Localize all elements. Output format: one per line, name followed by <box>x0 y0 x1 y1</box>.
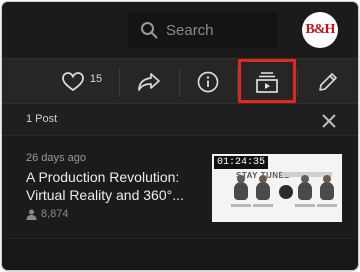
playlist-panel-header: 1 Post <box>2 104 358 136</box>
app-window: Search B&H 15 1 Post 26 days ago A Produ… <box>2 2 358 270</box>
like-button[interactable]: 15 <box>46 59 118 104</box>
avatar-label: B&H <box>305 22 336 37</box>
pencil-icon <box>319 72 337 91</box>
thumbnail-badge <box>279 185 293 199</box>
panelist-photo <box>256 175 270 200</box>
post-title-line: Virtual Reality and 360°... <box>26 187 184 203</box>
panelist-caption <box>231 204 251 207</box>
info-button[interactable] <box>180 59 236 104</box>
playlist-icon <box>256 71 278 93</box>
avatar[interactable]: B&H <box>302 12 338 48</box>
panelist-caption <box>253 204 273 207</box>
panelist-photo <box>234 175 248 200</box>
close-icon[interactable] <box>320 112 338 130</box>
panelist-photo <box>298 175 312 200</box>
search-input[interactable]: Search <box>166 22 214 39</box>
share-button[interactable] <box>120 59 178 104</box>
panelist-caption <box>317 204 337 207</box>
post-title[interactable]: A Production Revolution: Virtual Reality… <box>26 168 206 204</box>
panelist-photo <box>320 175 334 200</box>
video-thumbnail[interactable]: 01:24:35 STAY TUNED <box>212 154 342 222</box>
like-count: 15 <box>89 72 103 85</box>
edit-button[interactable] <box>298 59 358 104</box>
info-icon <box>197 71 219 92</box>
search-box[interactable]: Search <box>128 12 278 48</box>
heart-icon <box>61 71 84 91</box>
post-list-item[interactable]: 26 days ago A Production Revolution: Vir… <box>2 138 358 236</box>
video-duration: 01:24:35 <box>214 156 269 169</box>
action-bar: 15 <box>2 58 358 104</box>
view-count: 8,874 <box>41 208 69 220</box>
search-icon <box>141 22 158 39</box>
post-count: 1 Post <box>26 113 58 125</box>
post-age: 26 days ago <box>26 152 86 164</box>
post-title-line: A Production Revolution: <box>26 169 180 185</box>
panelist-caption <box>295 204 315 207</box>
post-views: 8,874 <box>26 208 69 220</box>
bottom-area <box>2 238 358 270</box>
share-icon <box>138 72 160 91</box>
add-to-playlist-button[interactable] <box>238 59 296 104</box>
top-bar: Search B&H <box>2 2 358 58</box>
person-icon <box>26 209 37 220</box>
